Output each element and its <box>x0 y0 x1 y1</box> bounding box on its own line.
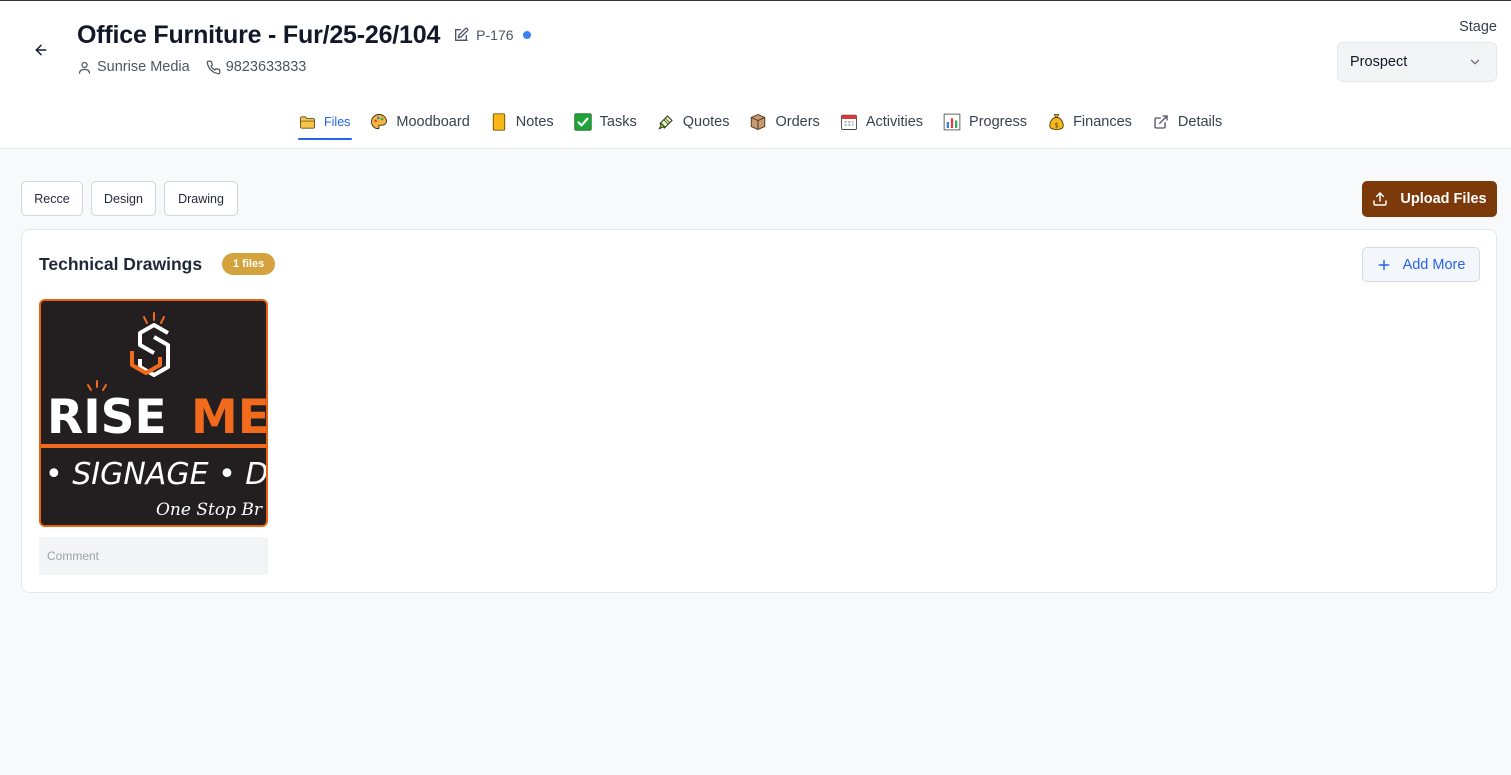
filter-design[interactable]: Design <box>91 181 156 216</box>
comment-input[interactable] <box>39 537 268 575</box>
package-icon <box>749 113 767 131</box>
tab-quotes-label: Quotes <box>682 114 730 130</box>
project-meta: Sunrise Media 9823633833 <box>77 59 306 75</box>
quote-icon <box>657 113 675 131</box>
svg-text:$: $ <box>1054 121 1058 129</box>
tab-activities[interactable]: Activities <box>840 105 925 139</box>
technical-drawings-section: Technical Drawings 1 files Add More RISE… <box>21 229 1497 593</box>
tab-details-label: Details <box>1177 114 1223 130</box>
add-more-label: Add More <box>1402 256 1466 273</box>
tab-notes-label: Notes <box>515 114 554 130</box>
logo-text-orange: ME <box>191 390 266 445</box>
tab-moodboard[interactable]: Moodboard <box>370 105 471 139</box>
filter-drawing[interactable]: Drawing <box>164 181 238 216</box>
tab-details[interactable]: Details <box>1152 105 1224 139</box>
palette-icon <box>370 113 388 131</box>
client-info: Sunrise Media <box>77 59 190 75</box>
logo-tagline: • SIGNAGE • D <box>45 457 266 492</box>
chevron-down-icon <box>1470 59 1480 65</box>
upload-files-label: Upload Files <box>1400 191 1487 207</box>
stage-value: Prospect <box>1350 54 1408 70</box>
external-link-icon <box>1152 113 1170 131</box>
tab-finances[interactable]: $ Finances <box>1047 105 1134 139</box>
folder-icon <box>298 113 316 131</box>
tab-tasks[interactable]: Tasks <box>574 105 639 139</box>
edit-icon[interactable] <box>452 26 470 44</box>
bar-chart-icon <box>943 113 961 131</box>
tab-orders-label: Orders <box>775 114 820 130</box>
arrow-left-icon <box>35 44 47 56</box>
status-dot <box>522 31 531 39</box>
plus-icon <box>1378 259 1389 270</box>
tab-orders[interactable]: Orders <box>749 105 821 139</box>
file-count-badge: 1 files <box>222 253 276 275</box>
back-button[interactable] <box>28 37 54 63</box>
client-name: Sunrise Media <box>97 59 190 75</box>
tab-files-label: Files <box>324 115 351 129</box>
tab-finances-label: Finances <box>1073 114 1132 130</box>
upload-icon <box>1373 192 1388 206</box>
money-bag-icon: $ <box>1047 113 1065 131</box>
tab-moodboard-label: Moodboard <box>396 114 470 130</box>
page-title: Office Furniture - Fur/25-26/104 <box>77 20 441 49</box>
phone-info: 9823633833 <box>206 59 307 75</box>
upload-files-button[interactable]: Upload Files <box>1362 181 1497 217</box>
phone-number: 9823633833 <box>225 59 307 75</box>
tab-notes[interactable]: Notes <box>490 105 556 139</box>
logo-text-white: RISE <box>47 390 167 445</box>
phone-icon <box>206 60 221 74</box>
project-header: Office Furniture - Fur/25-26/104 P-176 S… <box>0 1 1511 149</box>
section-title: Technical Drawings <box>39 254 203 274</box>
title-row: Office Furniture - Fur/25-26/104 P-176 <box>77 19 531 51</box>
tab-progress[interactable]: Progress <box>943 105 1029 139</box>
project-tabs: Files Moodboard Notes Tasks Quotes Order… <box>298 105 1242 147</box>
add-more-button[interactable]: Add More <box>1362 247 1480 282</box>
file-thumbnail[interactable]: RISE ME • SIGNAGE • D One Stop Br <box>39 299 268 527</box>
tab-files[interactable]: Files <box>298 105 353 140</box>
project-code: P-176 <box>476 27 514 43</box>
logo-slogan: One Stop Br <box>156 500 263 520</box>
filter-recce[interactable]: Recce <box>21 181 83 216</box>
stage-select[interactable]: Prospect <box>1337 42 1497 82</box>
user-icon <box>78 61 91 74</box>
checkbox-icon <box>574 113 592 131</box>
tab-quotes[interactable]: Quotes <box>657 105 732 139</box>
sunrise-media-logo-image: RISE ME • SIGNAGE • D One Stop Br <box>41 301 266 525</box>
tab-progress-label: Progress <box>969 114 1028 130</box>
stage-label: Stage <box>1459 19 1497 35</box>
tab-activities-label: Activities <box>865 114 924 130</box>
calendar-icon <box>840 113 858 131</box>
tab-tasks-label: Tasks <box>599 114 637 130</box>
note-icon <box>490 113 508 131</box>
